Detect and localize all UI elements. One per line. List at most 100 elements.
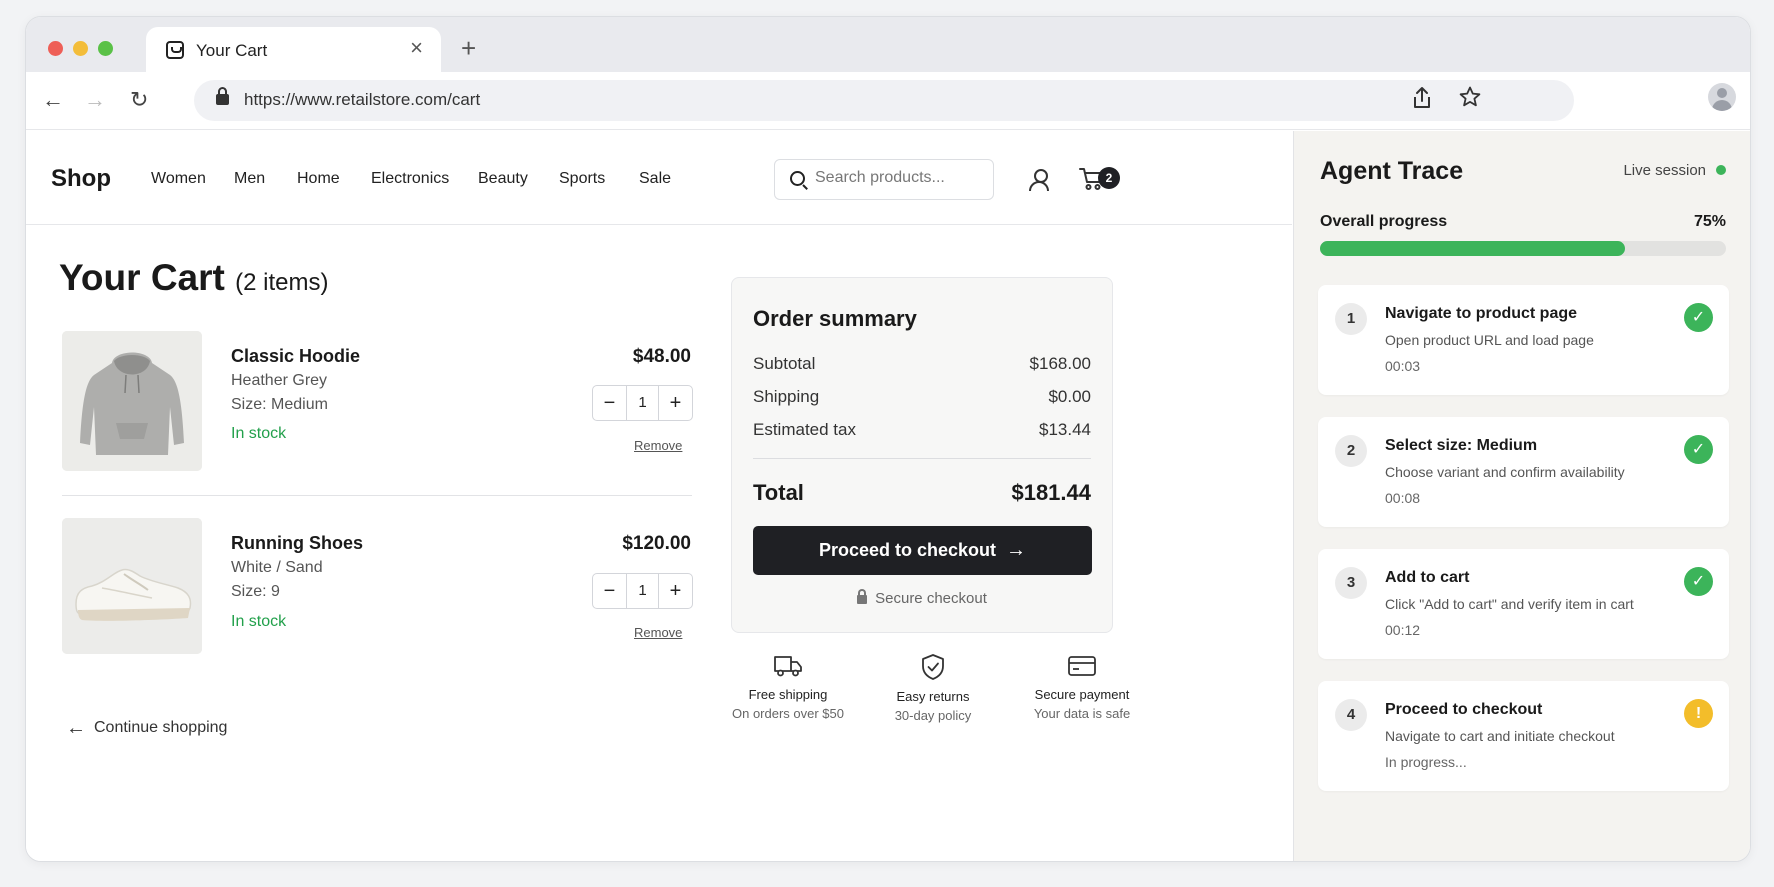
step-title: Add to cart	[1385, 569, 1470, 586]
continue-shopping-label: Continue shopping	[94, 719, 228, 736]
progress-percent: 75%	[1693, 213, 1726, 230]
arrow-left-icon: ←	[66, 717, 86, 739]
item-stock-status: In stock	[231, 613, 287, 630]
item-size: Size: Medium	[231, 396, 328, 413]
store-logo[interactable]: Shop	[51, 165, 111, 193]
feature-easy-returns: Easy returns 30-day policy	[863, 653, 1003, 723]
step-time: 00:08	[1385, 490, 1421, 506]
browser-tab[interactable]: Your Cart ×	[146, 27, 441, 72]
shoes-product-image[interactable]	[62, 518, 202, 654]
truck-icon	[774, 656, 802, 677]
trace-step[interactable]: 1 Navigate to product page Open product …	[1318, 285, 1729, 395]
nav-link-beauty[interactable]: Beauty	[478, 170, 528, 188]
close-window-button[interactable]	[48, 41, 63, 56]
store-header: Shop Women Men Home Electronics Beauty S…	[26, 131, 1292, 225]
trace-step[interactable]: 4 Proceed to checkout Navigate to cart a…	[1318, 681, 1729, 791]
nav-link-sale[interactable]: Sale	[639, 170, 671, 188]
total-value: $181.44	[1011, 480, 1091, 505]
feature-title: Secure payment	[1034, 687, 1130, 702]
item-name[interactable]: Running Shoes	[231, 533, 363, 554]
decrease-quantity-button[interactable]: −	[593, 386, 626, 420]
step-number: 1	[1335, 303, 1367, 335]
step-description: Open product URL and load page	[1385, 332, 1594, 348]
progress-bar-fill	[1320, 241, 1625, 256]
feature-subtitle: 30-day policy	[894, 708, 972, 723]
quantity-stepper: − 1 +	[592, 573, 693, 609]
search-input[interactable]	[815, 169, 985, 187]
new-tab-icon[interactable]: +	[461, 35, 476, 61]
quantity-stepper: − 1 +	[592, 385, 693, 421]
store-favicon-icon	[166, 41, 184, 59]
browser-toolbar: ← → ↻ https://www.retailstore.com/cart	[26, 72, 1750, 130]
remove-item-link[interactable]: Remove	[634, 625, 682, 640]
remove-item-link[interactable]: Remove	[634, 438, 682, 453]
item-name[interactable]: Classic Hoodie	[231, 346, 360, 367]
trace-title: Agent Trace	[1320, 157, 1464, 185]
minimize-window-button[interactable]	[73, 41, 88, 56]
lock-icon	[216, 87, 229, 105]
close-tab-icon[interactable]: ×	[410, 37, 423, 59]
increase-quantity-button[interactable]: +	[659, 574, 692, 608]
summary-row-subtotal: Subtotal $168.00	[753, 354, 1091, 374]
proceed-to-checkout-button[interactable]: Proceed to checkout →	[753, 526, 1092, 575]
back-icon[interactable]: ←	[42, 88, 64, 112]
nav-link-women[interactable]: Women	[151, 170, 206, 188]
trace-step[interactable]: 2 Select size: Medium Choose variant and…	[1318, 417, 1729, 527]
trace-step[interactable]: 3 Add to cart Click "Add to cart" and ve…	[1318, 549, 1729, 659]
decrease-quantity-button[interactable]: −	[593, 574, 626, 608]
url-text[interactable]: https://www.retailstore.com/cart	[244, 90, 480, 110]
agent-trace-panel: Agent Trace Live session Overall progres…	[1293, 131, 1750, 861]
item-stock-status: In stock	[231, 425, 287, 442]
store-page: Shop Women Men Home Electronics Beauty S…	[26, 131, 1292, 861]
summary-label: Subtotal	[753, 354, 816, 373]
credit-card-icon	[1068, 656, 1096, 676]
feature-secure-payment: Secure payment Your data is safe	[1012, 653, 1152, 721]
progress-bar	[1320, 241, 1726, 256]
profile-avatar-icon[interactable]	[1708, 83, 1736, 111]
quantity-value[interactable]: 1	[626, 574, 659, 608]
step-number: 3	[1335, 567, 1367, 599]
live-session-label: Live session	[1623, 162, 1706, 179]
progress-label: Overall progress	[1320, 213, 1448, 230]
step-description: Choose variant and confirm availability	[1385, 464, 1625, 480]
tab-title: Your Cart	[196, 41, 268, 60]
quantity-value[interactable]: 1	[626, 386, 659, 420]
nav-link-men[interactable]: Men	[234, 170, 265, 188]
lock-icon	[857, 589, 868, 604]
feature-subtitle: Your data is safe	[1033, 706, 1131, 721]
step-time: 00:12	[1385, 622, 1421, 638]
step-time: In progress...	[1385, 754, 1467, 770]
arrow-right-icon: →	[1006, 539, 1027, 561]
page-title: Your Cart (2 items)	[59, 257, 328, 299]
step-description: Navigate to cart and initiate checkout	[1385, 728, 1615, 744]
checkout-button-label: Proceed to checkout	[818, 540, 997, 560]
increase-quantity-button[interactable]: +	[659, 386, 692, 420]
nav-link-home[interactable]: Home	[297, 170, 340, 188]
bookmark-star-icon[interactable]	[1458, 85, 1482, 114]
item-price: $48.00	[632, 346, 691, 367]
summary-value: $13.44	[1039, 420, 1091, 439]
item-color: White / Sand	[231, 559, 323, 576]
continue-shopping-link[interactable]: ← Continue shopping	[66, 717, 227, 740]
summary-value: $168.00	[1029, 354, 1091, 373]
shield-check-icon	[922, 654, 944, 680]
cart-title-text: Your Cart	[59, 257, 225, 298]
hoodie-product-image[interactable]	[62, 331, 202, 471]
tab-bar: Your Cart × +	[26, 17, 1750, 72]
nav-link-sports[interactable]: Sports	[559, 170, 605, 188]
forward-icon[interactable]: →	[84, 88, 106, 112]
secure-checkout-note: Secure checkout	[732, 589, 1112, 607]
secure-checkout-label: Secure checkout	[875, 590, 987, 607]
maximize-window-button[interactable]	[98, 41, 113, 56]
item-size: Size: 9	[231, 583, 280, 600]
step-number: 2	[1335, 435, 1367, 467]
share-icon[interactable]	[1411, 86, 1433, 115]
check-circle-icon: ✓	[1684, 567, 1713, 596]
step-title: Select size: Medium	[1385, 437, 1538, 454]
address-bar[interactable]: https://www.retailstore.com/cart	[194, 80, 1574, 121]
reload-icon[interactable]: ↻	[130, 88, 148, 112]
feature-title: Free shipping	[748, 687, 828, 702]
account-icon[interactable]	[1029, 169, 1049, 191]
item-color: Heather Grey	[231, 372, 328, 389]
nav-link-electronics[interactable]: Electronics	[371, 170, 449, 188]
